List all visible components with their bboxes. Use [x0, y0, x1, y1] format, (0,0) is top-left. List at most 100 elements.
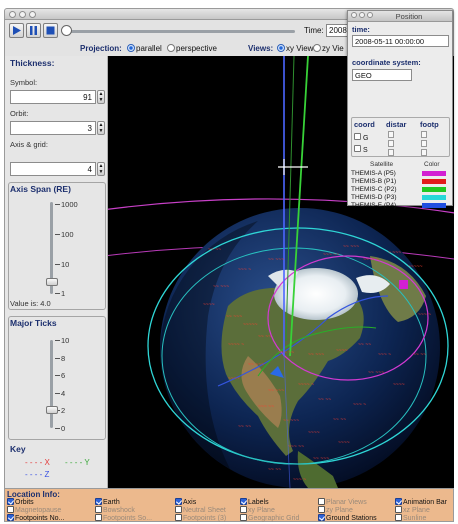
xy-view-radio[interactable]: xy View [277, 44, 313, 53]
checkbox-icon [395, 514, 402, 521]
radio-selected-icon [127, 44, 135, 52]
coordinate-system-input[interactable]: GEO [352, 69, 412, 81]
location-option-label: Earth [103, 499, 120, 506]
location-option-label: Planar Views [326, 499, 367, 506]
parallel-radio[interactable]: parallel [127, 44, 162, 53]
xy-view-label: xy View [286, 44, 314, 53]
location-option[interactable]: Sunline [395, 514, 426, 523]
checkbox-checked-icon [95, 498, 102, 505]
svg-text:~~ ~~: ~~ ~~ [358, 342, 371, 348]
radio-selected-icon [277, 44, 285, 52]
location-option-label: Bowshock [103, 507, 135, 514]
location-option-label: Neutral Sheet [183, 507, 226, 514]
zoom-window-button[interactable] [367, 12, 373, 18]
close-window-button[interactable] [9, 11, 16, 18]
application-window: Time: 2008-0 Projection: parallel perspe… [0, 0, 458, 524]
stop-button[interactable] [43, 23, 58, 38]
satellite-color-swatch [422, 203, 446, 208]
play-button[interactable] [9, 23, 24, 38]
time-slider-knob[interactable] [61, 25, 72, 36]
location-option[interactable]: Footpoints (3) [175, 514, 226, 523]
major-ticks-tick-label: 0 [61, 424, 66, 433]
minimize-window-button[interactable] [19, 11, 26, 18]
svg-text:~~~~~: ~~~~~ [408, 264, 423, 270]
distance-column-header: distar [386, 120, 407, 129]
svg-text:~~ ~~: ~~ ~~ [208, 247, 221, 253]
location-option-label: Labels [248, 499, 269, 506]
pause-button[interactable] [26, 23, 41, 38]
position-window-title-bar: Position [348, 11, 452, 22]
major-ticks-slider[interactable]: 10 8 6 4 2 0 [5, 56, 109, 488]
satellite-name: THEMIS-B (P1) [351, 178, 397, 185]
location-option-label: Footpoints (3) [183, 515, 227, 522]
major-ticks-tick-label: 2 [61, 406, 66, 416]
coord-gsm-label: G [362, 135, 369, 142]
location-option-label: Orbits [15, 499, 34, 506]
svg-text:~~~~: ~~~~ [393, 382, 405, 388]
key-y-label: Y [84, 458, 90, 467]
checkbox-checked-icon [175, 498, 182, 505]
major-ticks-tick-label: 4 [61, 388, 66, 398]
key-title: Key [10, 444, 26, 454]
svg-text:~~~~: ~~~~ [308, 430, 320, 436]
location-option[interactable]: Footpoints No... [7, 514, 64, 523]
svg-text:~~~~~: ~~~~~ [243, 322, 258, 328]
major-ticks-slider-knob[interactable] [46, 406, 58, 415]
zy-view-label: zy Vie [322, 44, 344, 53]
minimize-window-button[interactable] [359, 12, 365, 18]
close-window-button[interactable] [351, 12, 357, 18]
location-option[interactable]: Footpoints So... [95, 514, 152, 523]
svg-text:~~ ~~: ~~ ~~ [318, 397, 331, 403]
svg-text:~~~~: ~~~~ [203, 302, 215, 308]
satellite-themis-a[interactable] [399, 280, 408, 289]
location-option-label: Footpoints So... [103, 515, 153, 522]
distance-field[interactable] [388, 131, 394, 138]
radio-icon [167, 44, 175, 52]
time-label: Time: [304, 26, 324, 35]
location-option-label: Footpoints No... [15, 515, 65, 522]
satellite-name: THEMIS-A (P5) [351, 170, 396, 177]
position-time-input[interactable]: 2008-05-11 00:00:00 [352, 35, 449, 47]
key-z-label: Z [44, 470, 50, 479]
coordinate-system-label: coordinate system: [352, 58, 421, 67]
location-option-label: Animation Bar [403, 499, 447, 506]
tick-mark [55, 428, 60, 429]
location-option[interactable]: Geographic Grid [240, 514, 299, 523]
checkbox-icon [395, 506, 402, 513]
pause-icon [30, 26, 37, 35]
location-option-label: xz Plane [403, 507, 430, 514]
satellite-name: THEMIS-C (P2) [351, 186, 397, 193]
tick-mark [55, 357, 60, 359]
satellite-legend-row: THEMIS-E (P4) [350, 202, 450, 210]
checkbox-icon [240, 506, 247, 513]
location-option-label: Axis [183, 499, 197, 506]
distance-field[interactable] [388, 149, 394, 156]
major-ticks-tick-label: 6 [61, 371, 66, 381]
key-x-axis: - - - - X [25, 458, 50, 467]
tick-mark [55, 375, 60, 377]
major-ticks-tick-label: 8 [61, 353, 66, 363]
major-ticks-slider-track[interactable] [50, 340, 53, 428]
satellite-legend-row: THEMIS-A (P5) [350, 170, 450, 178]
distance-field[interactable] [388, 140, 394, 147]
svg-text:~~ ~~~: ~~ ~~~ [268, 388, 284, 394]
zy-view-radio[interactable]: zy Vie [313, 44, 344, 53]
svg-text:~~~ ~~: ~~~ ~~ [323, 252, 339, 258]
zoom-window-button[interactable] [29, 11, 36, 18]
location-option-label: Magnetopause [15, 507, 62, 514]
location-option-label: Ground Stations [326, 515, 377, 522]
checkbox-icon [95, 514, 102, 521]
checkbox-icon [7, 506, 14, 513]
svg-text:~~~ ~: ~~~ ~ [418, 312, 431, 318]
views-label: Views: [248, 44, 274, 53]
location-option[interactable]: Ground Stations [318, 514, 377, 523]
satellite-legend-row: THEMIS-C (P2) [350, 186, 450, 194]
time-slider-track[interactable] [65, 30, 295, 33]
coord-gsm-option[interactable]: G [354, 133, 368, 142]
footprint-field[interactable] [421, 149, 427, 156]
coord-sm-option[interactable]: S [354, 145, 368, 154]
footprint-field[interactable] [421, 140, 427, 147]
footprint-field[interactable] [421, 131, 427, 138]
perspective-radio[interactable]: perspective [167, 44, 217, 53]
location-option-label: zy Plane [326, 507, 353, 514]
